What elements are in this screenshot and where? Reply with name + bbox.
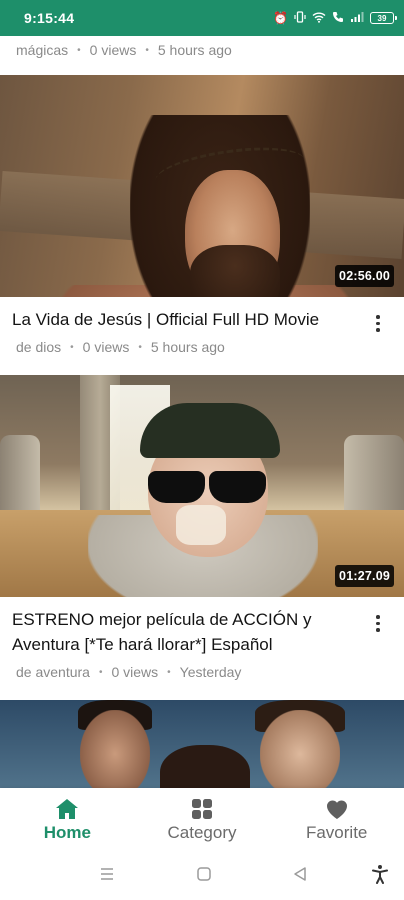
partial-video-meta: mágicas • 0 views • 5 hours ago — [0, 36, 404, 64]
signal-icon — [350, 11, 364, 25]
video-thumbnail[interactable]: 01:27.09 — [0, 375, 404, 597]
video-title[interactable]: ESTRENO mejor película de ACCIÓN y Avent… — [12, 607, 368, 657]
wifi-icon — [312, 11, 326, 25]
video-meta: de aventura • 0 views • Yesterday — [0, 657, 404, 687]
status-time: 9:15:44 — [24, 10, 75, 26]
view-count: 0 views — [89, 42, 137, 58]
channel-name: mágicas — [16, 42, 69, 58]
video-thumbnail[interactable]: 02:56.00 — [0, 75, 404, 297]
upload-time: 5 hours ago — [150, 339, 225, 355]
nav-home[interactable]: Home — [0, 788, 135, 852]
video-title[interactable]: La Vida de Jesús | Official Full HD Movi… — [12, 307, 368, 332]
nav-label: Favorite — [305, 823, 368, 842]
video-thumbnail[interactable] — [0, 700, 404, 788]
upload-time: 5 hours ago — [157, 42, 232, 58]
back-icon[interactable] — [292, 866, 308, 887]
heart-icon — [325, 797, 349, 821]
home-button-icon[interactable] — [196, 866, 212, 887]
battery-level: 39 — [377, 13, 387, 23]
call-icon — [332, 11, 344, 25]
separator-dot: • — [77, 44, 81, 56]
upload-time: Yesterday — [179, 664, 242, 680]
grid-icon — [190, 797, 214, 821]
status-icons: ⏰ 39 — [273, 11, 397, 25]
alarm-icon: ⏰ — [273, 11, 288, 25]
video-card[interactable] — [0, 700, 404, 788]
video-card[interactable]: 01:27.09 ESTRENO mejor película de ACCIÓ… — [0, 375, 404, 687]
video-duration: 02:56.00 — [335, 265, 394, 287]
channel-name: de dios — [16, 339, 62, 355]
separator-dot: • — [138, 341, 142, 353]
view-count: 0 views — [111, 664, 159, 680]
separator-dot: • — [70, 341, 74, 353]
video-duration: 01:27.09 — [335, 565, 394, 587]
video-card[interactable]: 02:56.00 La Vida de Jesús | Official Ful… — [0, 75, 404, 362]
separator-dot: • — [98, 666, 103, 678]
view-count: 0 views — [82, 339, 130, 355]
system-navigation-bar — [0, 852, 404, 900]
recent-apps-icon[interactable] — [99, 866, 115, 887]
nav-favorite[interactable]: Favorite — [269, 788, 404, 852]
home-icon — [55, 797, 79, 821]
bottom-navigation: Home Category Favorite — [0, 788, 404, 852]
separator-dot: • — [167, 666, 171, 678]
status-bar: 9:15:44 ⏰ 39 — [0, 0, 404, 36]
nav-label: Category — [167, 823, 237, 842]
separator-dot: • — [145, 44, 149, 56]
battery-icon: 39 — [370, 12, 397, 24]
video-meta: de dios • 0 views • 5 hours ago — [0, 332, 404, 362]
accessibility-icon[interactable] — [371, 864, 389, 889]
more-options-icon[interactable] — [368, 307, 388, 332]
vibrate-icon — [294, 11, 306, 25]
nav-category[interactable]: Category — [135, 788, 270, 852]
more-options-icon[interactable] — [368, 607, 388, 657]
video-feed[interactable]: mágicas • 0 views • 5 hours ago 02:56.00… — [0, 36, 404, 788]
nav-label: Home — [43, 823, 91, 842]
channel-name: de aventura — [16, 664, 90, 680]
